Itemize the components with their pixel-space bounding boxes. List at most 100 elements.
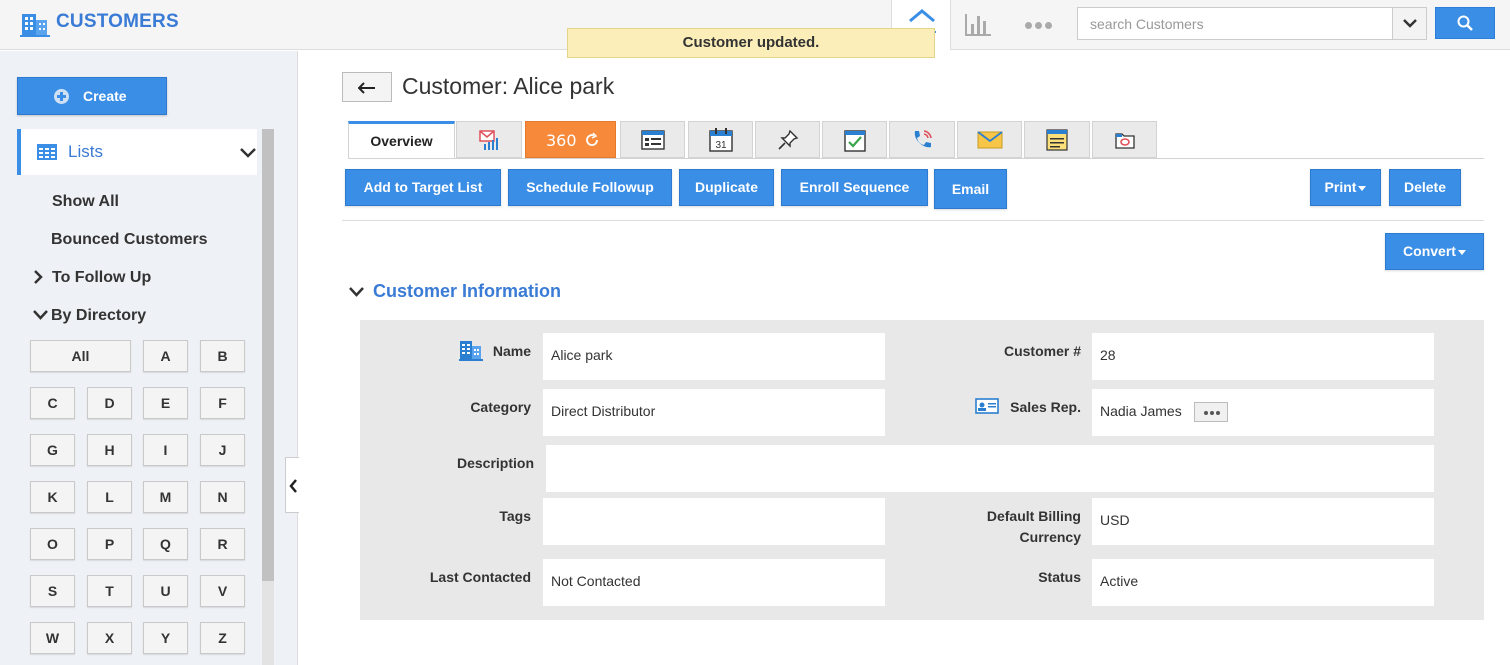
- page-title: Customer: Alice park: [402, 73, 615, 99]
- letter-button[interactable]: O: [30, 528, 75, 560]
- billing-label-line1: Default Billing: [986, 508, 1081, 524]
- duplicate-button[interactable]: Duplicate: [679, 169, 774, 206]
- search-button[interactable]: [1435, 7, 1495, 39]
- chevron-down-icon[interactable]: [33, 310, 48, 320]
- tab-overview[interactable]: Overview: [348, 121, 455, 158]
- plus-circle-icon: [54, 89, 69, 104]
- letter-button[interactable]: P: [87, 528, 132, 560]
- letter-button[interactable]: M: [143, 481, 188, 513]
- chevron-right-icon[interactable]: [33, 270, 43, 284]
- 360-icon: [586, 132, 598, 146]
- delete-button[interactable]: Delete: [1389, 169, 1461, 206]
- search-dropdown-button[interactable]: [1392, 8, 1426, 39]
- divider: [342, 220, 1484, 221]
- last-contacted-label: Last Contacted: [429, 569, 531, 585]
- schedule-followup-button[interactable]: Schedule Followup: [508, 169, 672, 206]
- letter-button-all[interactable]: All: [30, 340, 131, 372]
- sidebar-collapse-button[interactable]: [285, 457, 299, 513]
- status-value: Active: [1092, 559, 1434, 606]
- section-title: Customer Information: [373, 281, 562, 301]
- sales-rep-more-button[interactable]: [1194, 402, 1228, 422]
- name-value: Alice park: [543, 333, 885, 380]
- letter-button[interactable]: N: [200, 481, 245, 513]
- print-button[interactable]: Print: [1310, 169, 1381, 206]
- letter-button[interactable]: G: [30, 434, 75, 466]
- notes-icon: [1046, 128, 1068, 151]
- letter-button[interactable]: J: [200, 434, 245, 466]
- letter-button[interactable]: A: [143, 340, 188, 372]
- mail-icon: [976, 130, 1003, 148]
- letter-button[interactable]: V: [200, 575, 245, 607]
- enroll-sequence-button[interactable]: Enroll Sequence: [781, 169, 928, 206]
- letter-button[interactable]: Z: [200, 622, 245, 654]
- add-to-target-list-button[interactable]: Add to Target List: [345, 169, 501, 206]
- by-directory-link[interactable]: By Directory: [51, 307, 146, 325]
- tags-value: [543, 498, 885, 545]
- letter-button[interactable]: H: [87, 434, 132, 466]
- tab-call[interactable]: [889, 121, 955, 158]
- tab-360[interactable]: 360: [525, 121, 616, 158]
- tab-notes[interactable]: [1024, 121, 1090, 158]
- tab-details[interactable]: [620, 121, 685, 158]
- description-label: Description: [456, 455, 534, 471]
- letter-button[interactable]: R: [200, 528, 245, 560]
- letter-button[interactable]: E: [143, 387, 188, 419]
- email-button[interactable]: Email: [934, 169, 1007, 209]
- letter-button[interactable]: K: [30, 481, 75, 513]
- pin-icon: [777, 129, 798, 150]
- sales-rep-field: Nadia James: [1092, 389, 1434, 436]
- letter-button[interactable]: D: [87, 387, 132, 419]
- tab-overview-label: Overview: [370, 133, 433, 149]
- letter-button[interactable]: L: [87, 481, 132, 513]
- bounced-customers-link[interactable]: Bounced Customers: [51, 231, 207, 249]
- call-icon: [914, 129, 932, 147]
- reports-button[interactable]: [962, 10, 994, 40]
- name-label: Name: [492, 343, 531, 359]
- letter-button[interactable]: I: [143, 434, 188, 466]
- letter-button[interactable]: Q: [143, 528, 188, 560]
- show-all-link[interactable]: Show All: [52, 193, 119, 211]
- chevron-left-icon: [289, 479, 297, 493]
- sidebar: Create Lists Show All Bounced Customers …: [0, 51, 298, 665]
- toast-message: Customer updated.: [567, 28, 935, 58]
- create-button[interactable]: Create: [17, 77, 167, 115]
- customer-number-label: Customer #: [1003, 343, 1081, 359]
- details-icon: [640, 129, 665, 150]
- attachment-icon: [1114, 132, 1135, 149]
- lists-dropdown[interactable]: Lists: [17, 129, 257, 175]
- letter-button[interactable]: Y: [143, 622, 188, 654]
- lists-label: Lists: [68, 142, 103, 161]
- tab-attachments[interactable]: [1092, 121, 1157, 158]
- tab-mail[interactable]: [957, 121, 1022, 158]
- letter-button[interactable]: F: [200, 387, 245, 419]
- letter-button[interactable]: T: [87, 575, 132, 607]
- to-follow-up-link[interactable]: To Follow Up: [52, 269, 151, 287]
- contact-card-icon: [975, 398, 999, 414]
- sales-rep-label: Sales Rep.: [1010, 399, 1081, 415]
- letter-button[interactable]: S: [30, 575, 75, 607]
- letter-button[interactable]: C: [30, 387, 75, 419]
- caret-down-icon: [1358, 185, 1367, 191]
- chevron-down-icon: [349, 287, 364, 297]
- letter-button[interactable]: B: [200, 340, 245, 372]
- search-input[interactable]: [1078, 8, 1392, 39]
- more-icon[interactable]: [1022, 10, 1056, 40]
- description-value: [546, 445, 1434, 492]
- sales-rep-value: Nadia James: [1100, 403, 1182, 419]
- tab-pin[interactable]: [755, 121, 820, 158]
- tags-label: Tags: [499, 508, 531, 524]
- scrollbar-thumb[interactable]: [262, 129, 274, 581]
- arrow-left-icon: [358, 82, 375, 94]
- calendar-icon: 31: [708, 127, 733, 152]
- tab-email-stats[interactable]: [456, 121, 522, 158]
- letter-button[interactable]: U: [143, 575, 188, 607]
- tab-360-label: 360: [546, 131, 577, 150]
- tab-calendar[interactable]: 31: [688, 121, 753, 158]
- calendar-day: 31: [715, 140, 727, 151]
- back-button[interactable]: [342, 72, 392, 102]
- convert-button[interactable]: Convert: [1385, 233, 1484, 270]
- letter-button[interactable]: X: [87, 622, 132, 654]
- tab-task[interactable]: [822, 121, 887, 158]
- letter-button[interactable]: W: [30, 622, 75, 654]
- email-stats-icon: [479, 129, 498, 150]
